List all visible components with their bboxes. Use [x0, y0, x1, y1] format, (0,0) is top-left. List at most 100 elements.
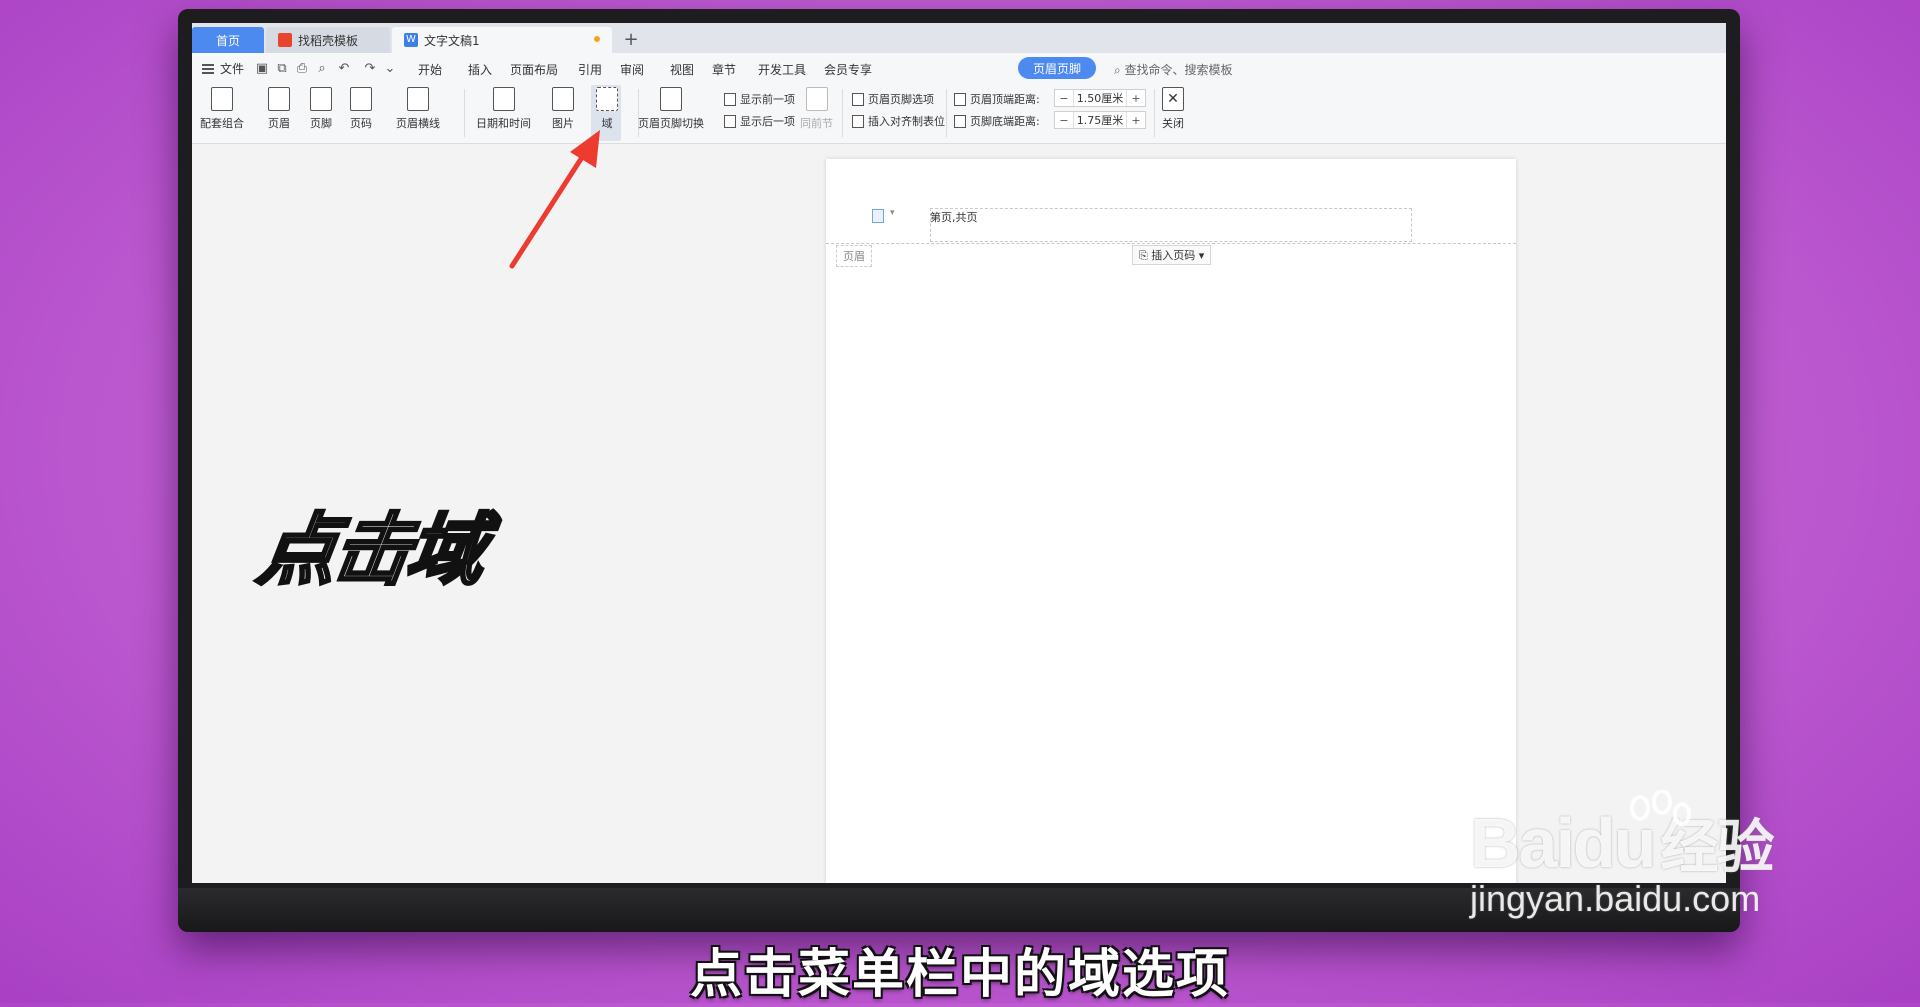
- footer-bottom-label: 页脚底端距离:: [970, 115, 1040, 128]
- header-distance-icon: [954, 92, 966, 106]
- minus-icon[interactable]: −: [1055, 92, 1073, 105]
- tab-home-label: 首页: [215, 33, 240, 48]
- insert-tab-stop-button[interactable]: 插入对齐制表位: [852, 113, 945, 129]
- combo-button[interactable]: 配套组合: [200, 87, 244, 131]
- menu-developer[interactable]: 开发工具: [758, 61, 806, 78]
- search-box[interactable]: ⌕ 查找命令、搜索模板: [1114, 61, 1233, 78]
- menu-bar: 文件 ▣ ⧉ ⎙ ⌕ ↶ ↷ ⌄ 开始 插入 页面布局 引用 审阅 视图 章节 …: [192, 53, 1726, 83]
- show-prev-label: 显示前一项: [740, 93, 795, 106]
- unsaved-dot-icon: [594, 36, 600, 42]
- switch-icon: [660, 87, 682, 111]
- field-icon: [596, 87, 618, 111]
- options-icon: [852, 92, 864, 106]
- menu-start[interactable]: 开始: [418, 61, 442, 78]
- menu-insert[interactable]: 插入: [468, 61, 492, 78]
- close-label: 关闭: [1162, 117, 1184, 130]
- menu-reference[interactable]: 引用: [578, 61, 602, 78]
- save-icon[interactable]: ▣: [254, 60, 270, 76]
- page-number-icon: [350, 87, 372, 111]
- tab-document-label: 文字文稿1: [424, 33, 480, 48]
- tab-template[interactable]: 找稻壳模板: [266, 27, 390, 53]
- redo-icon[interactable]: ↷: [362, 60, 378, 76]
- picture-icon: [552, 87, 574, 111]
- undo-icon[interactable]: ↶: [336, 60, 352, 76]
- menu-view[interactable]: 视图: [670, 61, 694, 78]
- tab-stop-icon: [852, 114, 864, 128]
- preview-icon[interactable]: ⌕: [314, 60, 330, 76]
- show-next-label: 显示后一项: [740, 115, 795, 128]
- prev-icon: [724, 92, 736, 106]
- insert-page-number-button[interactable]: ⎘ 插入页码 ▾: [1132, 245, 1212, 265]
- word-doc-icon: W: [404, 33, 418, 47]
- footer-bottom-distance-stepper[interactable]: −1.75厘米 +: [1054, 111, 1146, 129]
- more-icon[interactable]: ⌄: [382, 60, 398, 76]
- tab-bar: 首页 找稻壳模板 W 文字文稿1 +: [192, 23, 1726, 53]
- separator: [1154, 89, 1155, 137]
- docer-icon: [278, 33, 292, 47]
- tab-document[interactable]: W 文字文稿1: [392, 27, 612, 53]
- paw-icon: [1630, 790, 1691, 826]
- document-page[interactable]: ▾ 第页,共页 页眉 ⎘ 插入页码 ▾: [826, 159, 1516, 883]
- export-icon[interactable]: ⧉: [274, 60, 290, 76]
- search-placeholder: 查找命令、搜索模板: [1124, 63, 1233, 77]
- header-footer-switch-button[interactable]: 页眉页脚切换: [638, 87, 704, 131]
- minus-icon[interactable]: −: [1055, 114, 1073, 127]
- header-line-icon: [407, 87, 429, 111]
- print-icon[interactable]: ⎙: [294, 60, 310, 76]
- header-text[interactable]: 第页,共页: [930, 209, 978, 225]
- switch-label: 页眉页脚切换: [638, 117, 704, 130]
- plus-icon[interactable]: +: [1127, 114, 1145, 127]
- footer-bottom-value[interactable]: 1.75厘米: [1073, 112, 1127, 128]
- footer-button[interactable]: 页脚: [310, 87, 332, 131]
- show-prev-button[interactable]: 显示前一项: [724, 91, 795, 107]
- plus-icon[interactable]: +: [1127, 92, 1145, 105]
- same-as-prev-icon: [805, 87, 828, 111]
- header-top-label: 页眉顶端距离:: [970, 93, 1040, 106]
- hf-options-label: 页眉页脚选项: [868, 93, 934, 106]
- hf-options-button[interactable]: 页眉页脚选项: [852, 91, 934, 107]
- next-icon: [724, 114, 736, 128]
- separator: [842, 89, 843, 137]
- combo-label: 配套组合: [200, 117, 244, 130]
- footer-distance-icon: [954, 114, 966, 128]
- baidu-watermark: Baidu 经验 jingyan.baidu.com: [1470, 790, 1774, 920]
- insert-page-number-label: 插入页码: [1151, 249, 1196, 262]
- page-number-icon: ⎘: [1139, 249, 1152, 262]
- page-number-button[interactable]: 页码: [350, 87, 372, 131]
- file-menu[interactable]: 文件: [202, 60, 244, 77]
- document-icon[interactable]: [872, 209, 884, 223]
- hamburger-icon: [202, 63, 214, 74]
- header-top-distance-label: 页眉顶端距离:: [954, 91, 1040, 107]
- chevron-down-icon[interactable]: ▾: [890, 208, 895, 218]
- menu-header-footer[interactable]: 页眉页脚: [1018, 57, 1096, 79]
- menu-layout[interactable]: 页面布局: [510, 61, 558, 78]
- separator: [946, 89, 947, 137]
- show-next-button[interactable]: 显示后一项: [724, 113, 795, 129]
- close-icon: ✕: [1162, 87, 1184, 111]
- same-as-prev-button[interactable]: 同前节: [800, 87, 833, 131]
- header-top-distance-stepper[interactable]: −1.50厘米 +: [1054, 89, 1146, 107]
- calendar-icon: [492, 87, 515, 111]
- footer-bottom-distance-label: 页脚底端距离:: [954, 113, 1040, 129]
- menu-review[interactable]: 审阅: [620, 61, 644, 78]
- menu-chapter[interactable]: 章节: [712, 61, 736, 78]
- new-tab-button[interactable]: +: [620, 27, 642, 51]
- search-icon: ⌕: [1114, 63, 1125, 77]
- header-icon: [268, 87, 290, 111]
- insert-tab-label: 插入对齐制表位: [868, 115, 945, 128]
- header-line-button[interactable]: 页眉横线: [396, 87, 440, 131]
- tab-home[interactable]: 首页: [192, 27, 264, 53]
- overlay-big-text: 点击域: [251, 505, 489, 598]
- header-label: 页眉: [268, 117, 290, 130]
- header-button[interactable]: 页眉: [268, 87, 290, 131]
- tab-template-label: 找稻壳模板: [298, 33, 359, 48]
- header-text-box[interactable]: [930, 208, 1412, 242]
- field-button[interactable]: 域: [596, 87, 618, 131]
- combo-icon: [211, 87, 233, 111]
- same-as-prev-label: 同前节: [800, 117, 833, 130]
- close-button[interactable]: ✕ 关闭: [1162, 87, 1184, 131]
- header-top-value[interactable]: 1.50厘米: [1073, 90, 1127, 106]
- separator: [464, 89, 465, 137]
- menu-member[interactable]: 会员专享: [824, 61, 872, 78]
- monitor-frame: 首页 找稻壳模板 W 文字文稿1 + 文件 ▣ ⧉ ⎙ ⌕ ↶ ↷ ⌄ 开始 插…: [178, 9, 1740, 932]
